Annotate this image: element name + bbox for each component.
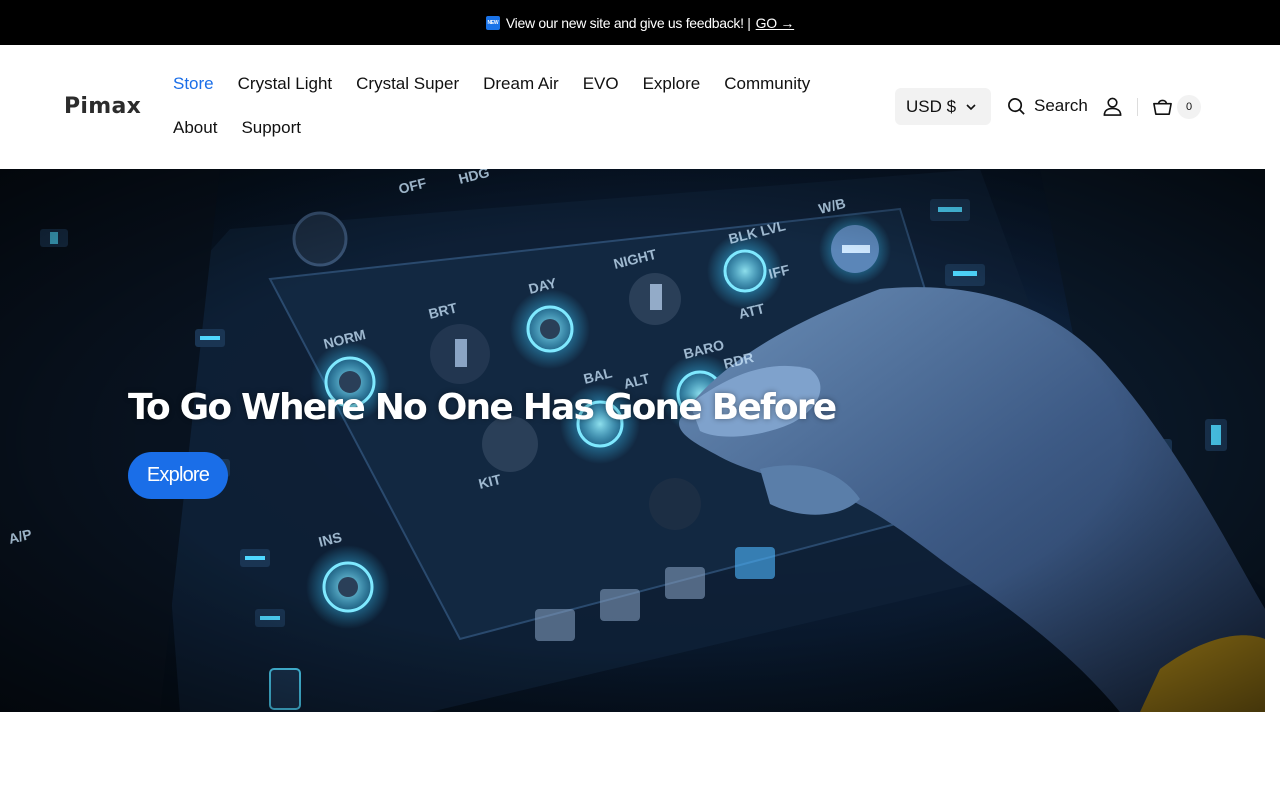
announcement-text: View our new site and give us feedback! … [505, 14, 751, 31]
nav-item-crystal-super[interactable]: Crystal Super [356, 71, 459, 97]
logo[interactable]: Pimax [64, 94, 141, 119]
nav-item-about[interactable]: About [173, 115, 217, 141]
currency-value: USD $ [906, 96, 957, 116]
nav-item-evo[interactable]: EVO [583, 71, 619, 97]
nav-item-support[interactable]: Support [241, 115, 301, 141]
account-button[interactable] [1102, 96, 1123, 122]
search-icon [1008, 97, 1025, 115]
chevron-down-icon [966, 104, 976, 111]
nav-item-community[interactable]: Community [724, 71, 810, 97]
cart-button[interactable] [1152, 96, 1173, 122]
scrollbar[interactable] [1265, 169, 1280, 800]
search-label: Search [1034, 96, 1088, 115]
nav-item-crystal-light[interactable]: Crystal Light [238, 71, 332, 97]
site-header: Pimax Store Crystal Light Crystal Super … [0, 45, 1280, 169]
main-nav: Store Crystal Light Crystal Super Dream … [173, 71, 863, 159]
header-divider [1137, 98, 1138, 116]
user-icon [1103, 97, 1122, 116]
search-button[interactable]: Search [1007, 96, 1088, 116]
currency-selector[interactable]: USD $ [895, 88, 991, 125]
explore-button[interactable]: Explore [128, 452, 228, 499]
announcement-bar: NEW View our new site and give us feedba… [0, 0, 1280, 45]
new-badge-icon: NEW [485, 15, 500, 30]
nav-item-explore[interactable]: Explore [643, 71, 701, 97]
announcement-link[interactable]: GO → [756, 15, 795, 31]
hero-banner: NORM BRT DAY NIGHT BLK LVL W/B BAL ALT BARO RDR AT… [0, 169, 1265, 712]
cart-count-badge: 0 [1177, 95, 1201, 119]
cockpit-panel-image: NORMBRTDAYNIGHTBLK LVLW/BBAL ALTBARORDRAT… [0, 169, 1265, 712]
hero-title: To Go Where No One Has Gone Before [128, 387, 837, 428]
nav-item-store[interactable]: Store [173, 71, 214, 97]
nav-item-dream-air[interactable]: Dream Air [483, 71, 559, 97]
cart-icon [1153, 99, 1172, 115]
